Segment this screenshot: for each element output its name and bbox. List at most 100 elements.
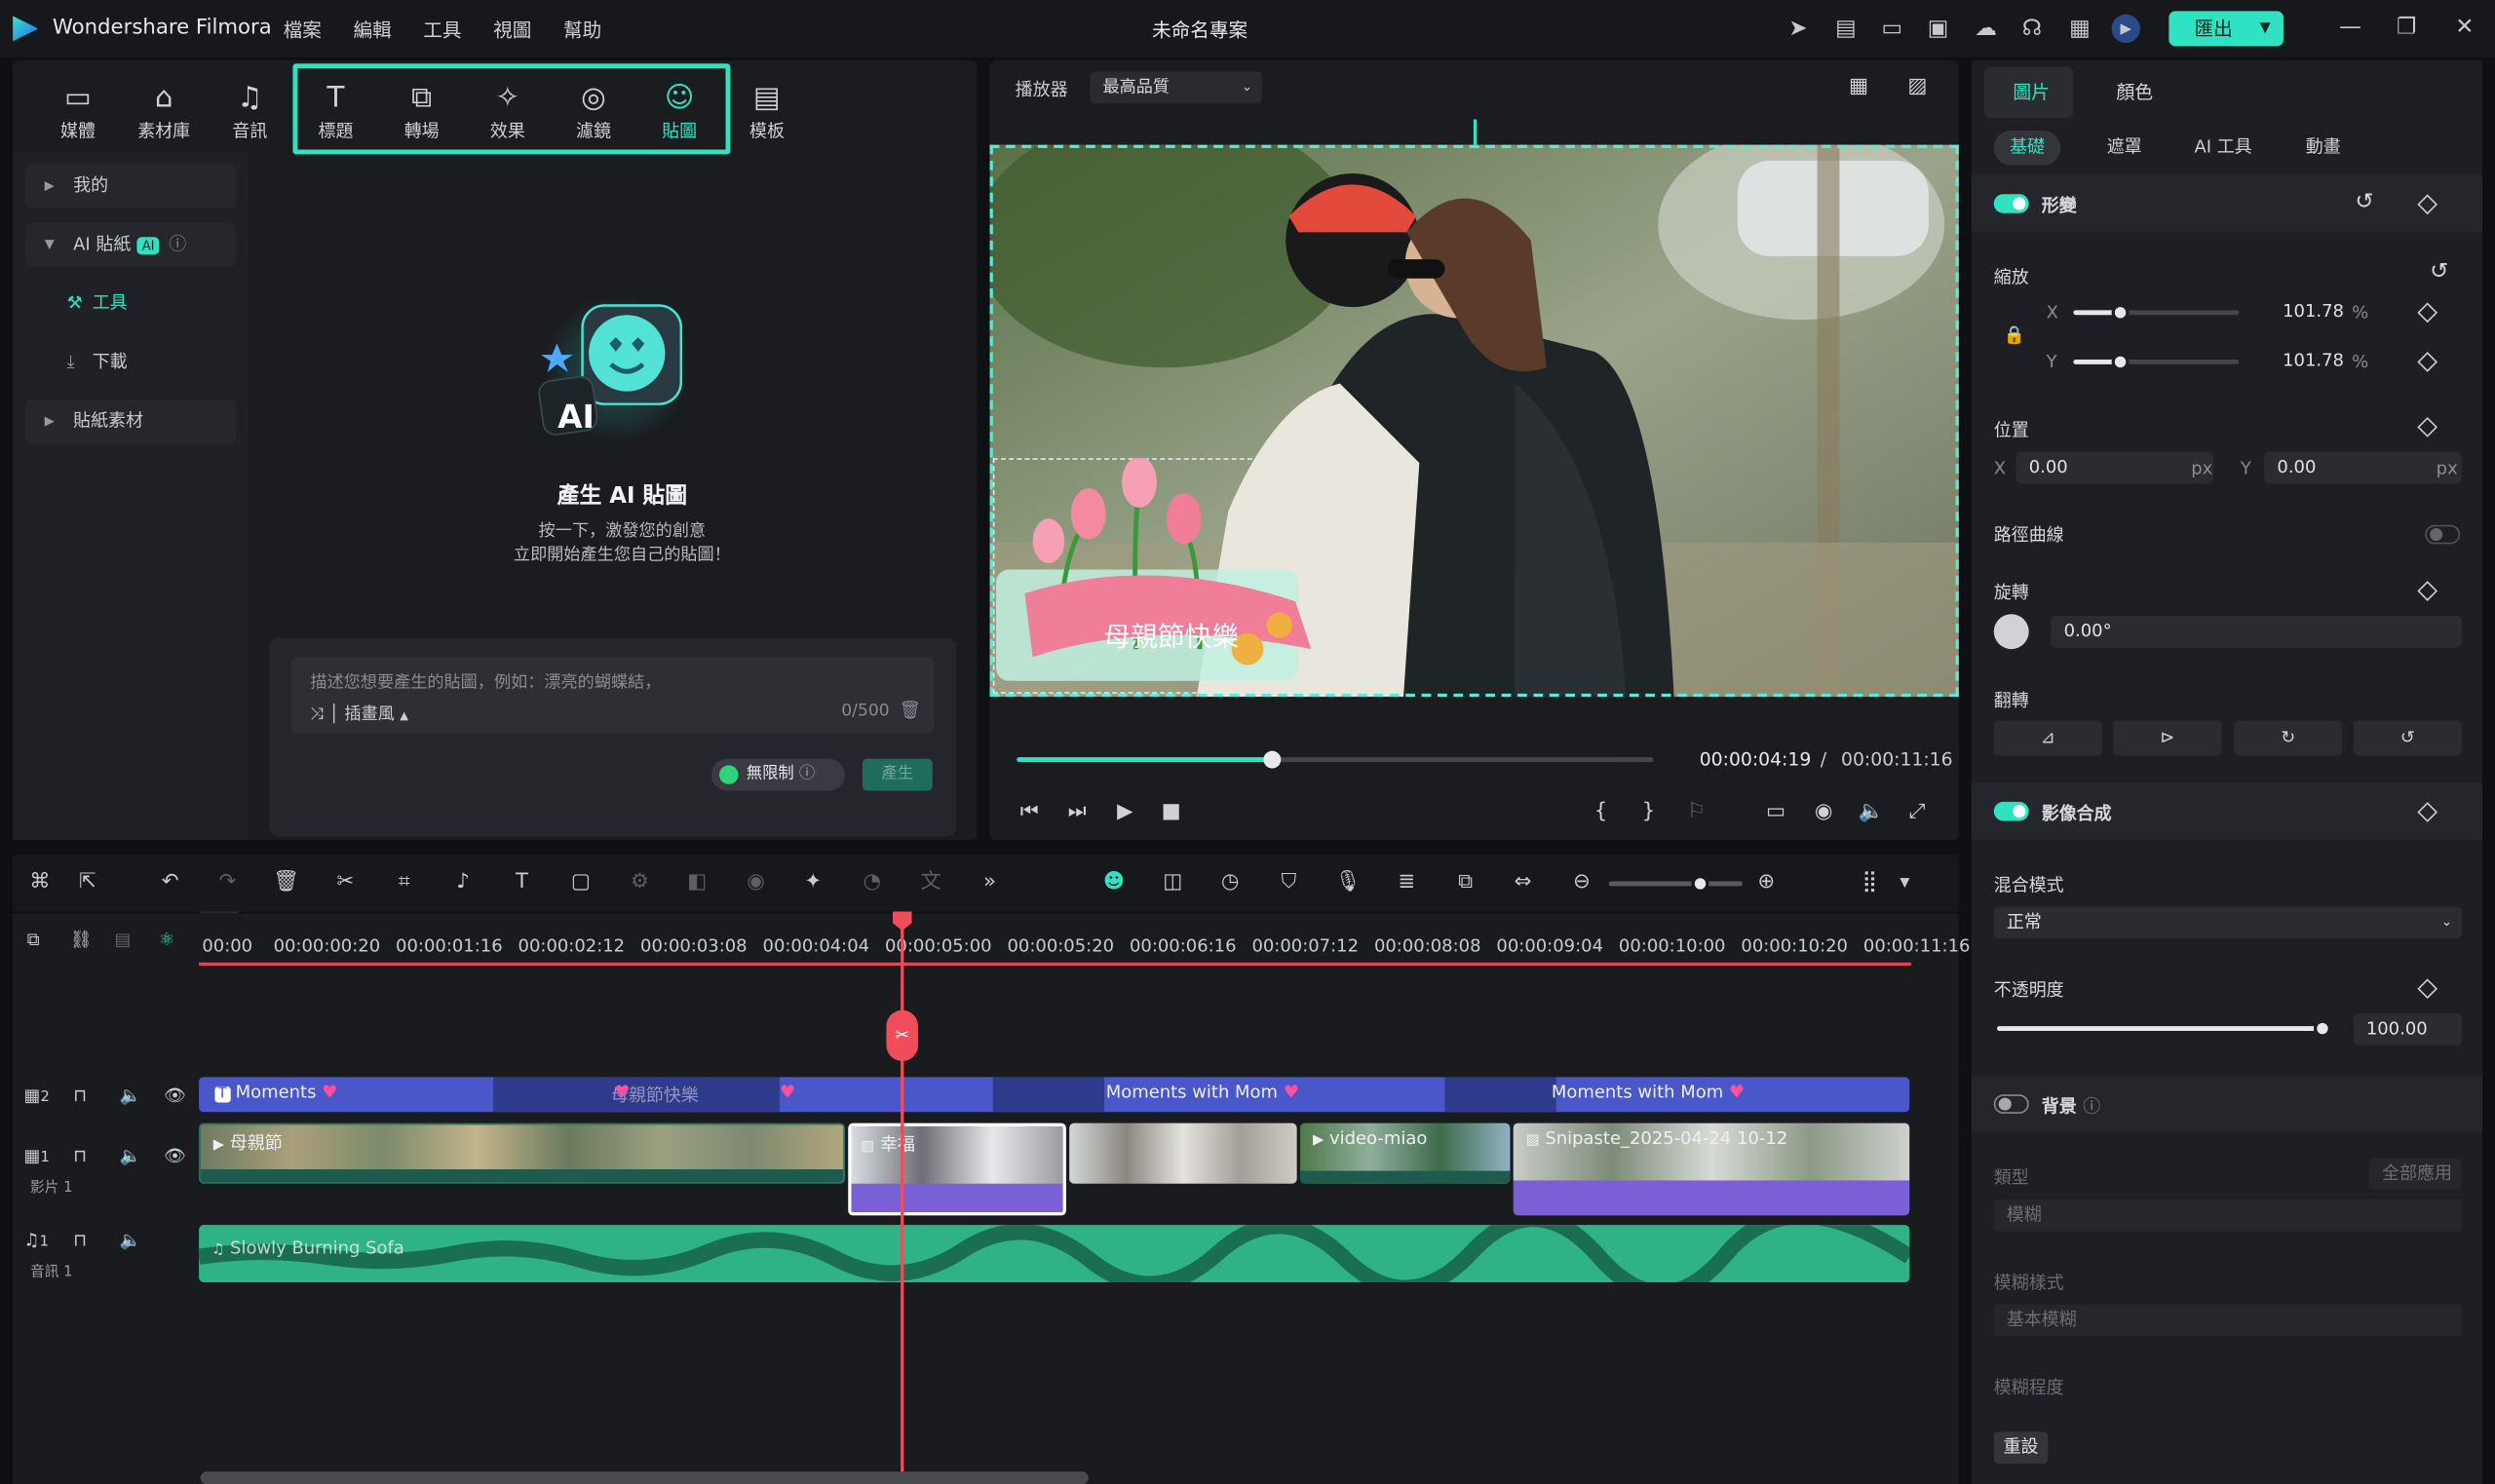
sidebar-item-ai-sticker[interactable]: ▼ AI 貼紙 AI ⓘ	[25, 222, 236, 268]
reset-button[interactable]: 重設	[1993, 1431, 2049, 1465]
opacity-slider[interactable]	[1997, 1019, 2331, 1038]
apply-all-button[interactable]: 全部應用	[2369, 1158, 2462, 1191]
tool-templates[interactable]: ▤ 模板	[735, 82, 798, 143]
playhead[interactable]	[901, 911, 904, 1484]
image-view-icon[interactable]: ▨	[1903, 73, 1932, 101]
keyframe-icon[interactable]	[2417, 302, 2438, 323]
path-curve-toggle[interactable]	[2425, 524, 2461, 545]
video-clip[interactable]: ▶ 母親節	[199, 1123, 845, 1184]
flip-vertical-button[interactable]: ⊳	[2113, 720, 2222, 756]
slider-knob[interactable]	[2111, 353, 2130, 371]
magnet-icon[interactable]: ⚛	[159, 929, 174, 949]
cloud-icon[interactable]: ☁	[1972, 15, 2000, 43]
sidebar-item-tools[interactable]: ⚒ 工具	[25, 282, 236, 326]
eye-icon[interactable]: 👁	[164, 1146, 186, 1166]
translate-icon[interactable]: 文	[916, 868, 944, 896]
rotation-input[interactable]: 0.00°	[2051, 615, 2462, 648]
trash-icon[interactable]: 🗑	[900, 700, 922, 720]
layout-icon[interactable]: ▭	[1878, 15, 1906, 43]
minimize-icon[interactable]: —	[2339, 15, 2361, 40]
lock-icon[interactable]: ⊓	[73, 1085, 87, 1106]
subtab-ai-tools[interactable]: AI 工具	[2178, 131, 2268, 166]
link-icon[interactable]: ⛓	[70, 929, 93, 949]
marker-icon[interactable]: ⚐	[1682, 799, 1710, 827]
grid-layout-icon[interactable]: ⣿	[1856, 868, 1884, 896]
sidebar-item-sticker-material[interactable]: ▶ 貼紙素材	[25, 399, 236, 444]
account-avatar[interactable]: ▸	[2111, 14, 2140, 44]
zoom-slider[interactable]	[1608, 874, 1743, 893]
subtab-animation[interactable]: 動畫	[2289, 131, 2357, 166]
video-clip[interactable]	[1069, 1123, 1297, 1184]
mask-icon[interactable]: ◉	[742, 868, 770, 896]
eye-icon[interactable]: 👁	[164, 1085, 186, 1106]
audio-mix-icon[interactable]: ≣	[1393, 868, 1421, 896]
speed-icon[interactable]: ◔	[858, 868, 886, 896]
audio-adjust-icon[interactable]: ♪	[448, 868, 477, 896]
blend-mode-select[interactable]: 正常 ⌄	[1993, 906, 2462, 939]
headset-icon[interactable]: ☊	[2017, 15, 2046, 43]
reset-icon[interactable]: ↺	[2355, 189, 2373, 214]
sidebar-item-download[interactable]: ⤓ 下載	[25, 340, 236, 385]
scrubber-knob[interactable]	[1263, 750, 1282, 769]
redo-icon[interactable]: ↷	[213, 868, 242, 896]
slider-knob[interactable]	[2111, 303, 2130, 322]
compositing-toggle[interactable]	[1993, 801, 2029, 821]
tool-stock[interactable]: ⌂ 素材庫	[133, 82, 196, 143]
undo-icon[interactable]: ↶	[156, 868, 184, 896]
tab-color[interactable]: 顏色	[2116, 80, 2153, 105]
video-clip-selected[interactable]: ▨ 幸福	[848, 1123, 1066, 1216]
title-track-clips[interactable]: T Moments ♥ 母親節快樂 ♥ ♥ Moments with Mom ♥ M…	[199, 1077, 1910, 1113]
quality-select[interactable]: 最高品質 ⌄	[1090, 71, 1262, 104]
auto-beat-icon[interactable]: ◷	[1215, 868, 1244, 896]
pos-x-input[interactable]: 0.00	[2015, 451, 2214, 484]
video-clip[interactable]: ▨ Snipaste_2025-04-24 10-12	[1513, 1123, 1910, 1216]
help-icon[interactable]: ⓘ	[2083, 1093, 2100, 1119]
keyframe-icon[interactable]	[2417, 802, 2438, 822]
microphone-icon[interactable]: 🎙	[1333, 868, 1362, 896]
add-track-icon[interactable]: ⧉	[27, 929, 40, 951]
snapshot-timeline-icon[interactable]: ⧉	[1451, 868, 1479, 896]
menu-file[interactable]: 檔案	[284, 16, 322, 43]
tab-image[interactable]: 圖片	[2013, 80, 2050, 105]
opacity-input[interactable]: 100.00	[2353, 1013, 2462, 1046]
menu-view[interactable]: 視圖	[493, 16, 531, 43]
sticker-clip[interactable]	[992, 1077, 1105, 1113]
pos-y-input[interactable]: 0.00	[2264, 451, 2462, 484]
tool-audio[interactable]: ♫ 音訊	[218, 82, 282, 143]
mute-icon[interactable]: 🔈	[119, 1230, 140, 1250]
scale-x-slider[interactable]	[2073, 303, 2240, 322]
crop-icon[interactable]: ⌗	[390, 868, 418, 896]
lock-icon[interactable]: ⊓	[73, 1230, 87, 1250]
snapshot-icon[interactable]: ◉	[1809, 799, 1837, 827]
menu-edit[interactable]: 編輯	[353, 16, 391, 43]
style-selector[interactable]: ⤨ │ 插畫風 ▲	[310, 702, 408, 725]
text-tool-icon[interactable]: T	[508, 868, 536, 896]
previous-frame-icon[interactable]: ⏮	[1016, 799, 1044, 827]
mark-in-icon[interactable]: {	[1587, 799, 1615, 827]
playhead-split-handle[interactable]: ✂	[886, 1009, 919, 1062]
select-tool-icon[interactable]: ⇱	[73, 868, 101, 896]
generate-button[interactable]: 產生	[862, 758, 933, 791]
sticker-clip[interactable]	[1444, 1077, 1556, 1113]
split-icon[interactable]: ✂	[331, 868, 360, 896]
zoom-out-icon[interactable]: ⊖	[1567, 868, 1595, 896]
keyframe-icon[interactable]	[2417, 581, 2438, 601]
reset-icon[interactable]: ↺	[2430, 259, 2448, 285]
prompt-input[interactable]: 描述您想要產生的貼圖，例如：漂亮的蝴蝶結， ⤨ │ 插畫風 ▲ 0/500 🗑	[290, 657, 935, 734]
keyframe-icon[interactable]	[2417, 194, 2438, 215]
volume-icon[interactable]: 🔈	[1857, 799, 1885, 827]
help-icon[interactable]: ⓘ	[169, 234, 186, 254]
track-mgmt-icon[interactable]: ▤	[115, 929, 132, 949]
mute-icon[interactable]: 🔈	[119, 1085, 140, 1106]
subtab-mask[interactable]: 遮罩	[2091, 131, 2158, 166]
save-icon[interactable]: ▣	[1924, 15, 1952, 43]
flip-horizontal-button[interactable]: ⊿	[1993, 720, 2102, 756]
sidebar-item-mine[interactable]: ▶ 我的	[25, 164, 236, 209]
video-clip[interactable]: ▶ video-miao	[1299, 1123, 1511, 1184]
sticker-clip[interactable]: 母親節快樂 ♥ ♥	[493, 1077, 795, 1113]
lock-ratio-icon[interactable]: 🔒	[2004, 324, 2025, 345]
slider-knob[interactable]	[2313, 1019, 2331, 1038]
restore-icon[interactable]: ❐	[2397, 15, 2417, 40]
display-icon[interactable]: ▭	[1761, 799, 1789, 827]
background-toggle[interactable]	[1993, 1094, 2029, 1114]
